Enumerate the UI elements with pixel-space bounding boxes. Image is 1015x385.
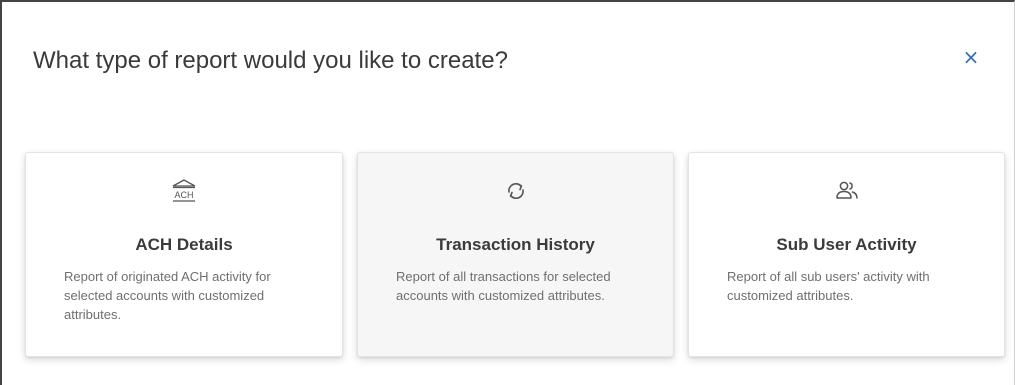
refresh-icon — [358, 178, 673, 204]
card-title: ACH Details — [135, 235, 233, 254]
report-card-transaction-history[interactable]: Transaction History Report of all transa… — [357, 152, 674, 357]
users-icon — [689, 178, 1004, 204]
report-card-ach-details[interactable]: ACH ACH Details Report of originated ACH… — [25, 152, 343, 357]
report-type-dialog: What type of report would you like to cr… — [0, 0, 1015, 385]
report-options: ACH ACH Details Report of originated ACH… — [2, 2, 1014, 385]
card-description: Report of all sub users' activity with c… — [727, 269, 930, 303]
card-description: Report of originated ACH activity for se… — [64, 269, 271, 322]
report-card-sub-user-activity[interactable]: Sub User Activity Report of all sub user… — [688, 152, 1005, 357]
card-description: Report of all transactions for selected … — [396, 269, 611, 303]
bank-ach-icon: ACH — [26, 178, 342, 204]
card-title: Sub User Activity — [776, 235, 917, 254]
card-title: Transaction History — [436, 235, 595, 254]
ach-icon-text: ACH — [174, 190, 193, 200]
